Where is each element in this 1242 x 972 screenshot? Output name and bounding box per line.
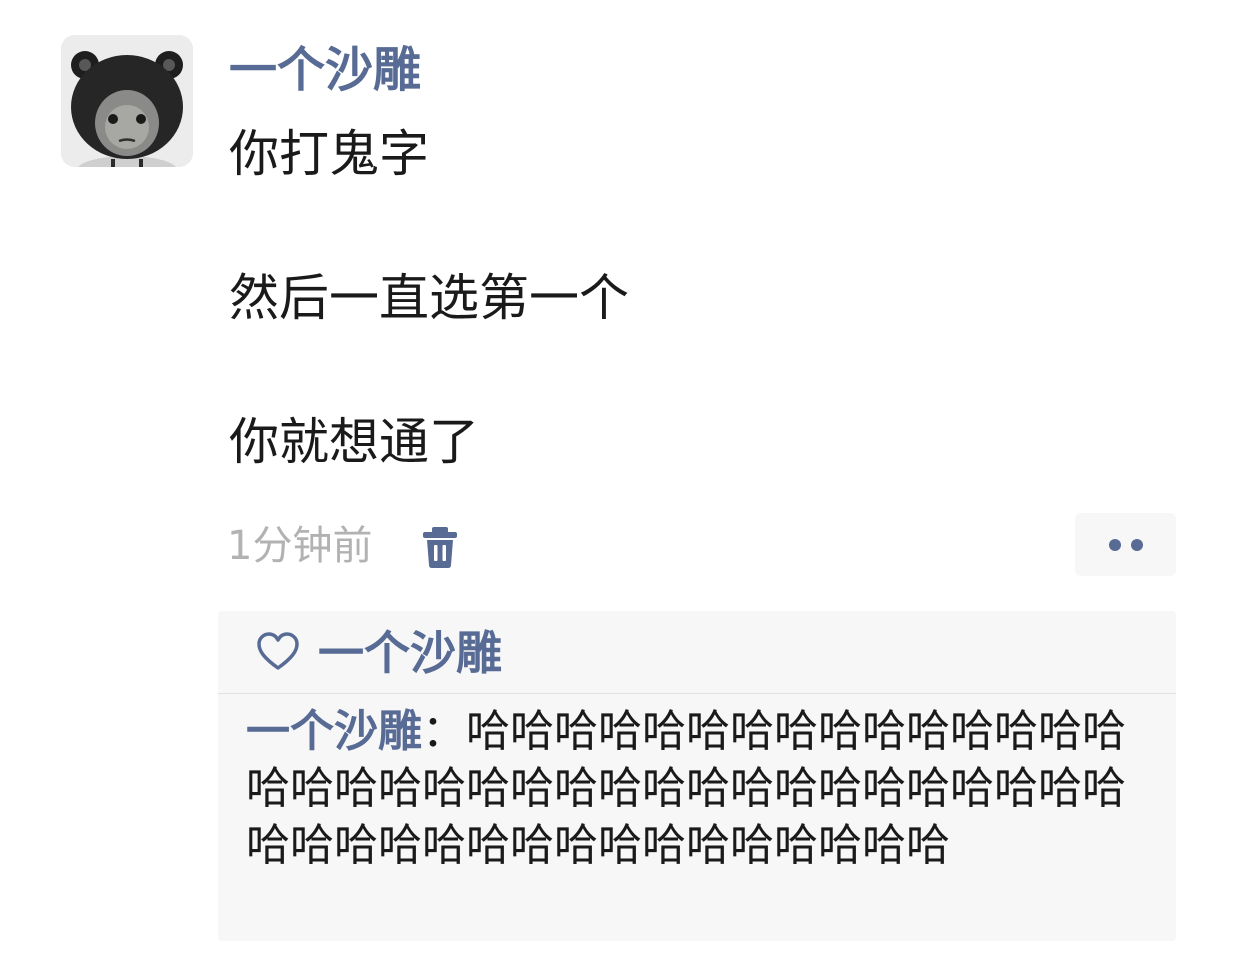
panel-divider xyxy=(218,693,1176,694)
comment-item[interactable]: 一个沙雕：哈哈哈哈哈哈哈哈哈哈哈哈哈哈哈哈哈哈哈哈哈哈哈哈哈哈哈哈哈哈哈哈哈哈哈… xyxy=(246,703,1154,874)
liker-name[interactable]: 一个沙雕 xyxy=(318,621,502,685)
heart-outline-icon xyxy=(257,632,299,670)
avatar-image xyxy=(61,35,193,167)
more-actions-button[interactable] xyxy=(1075,513,1176,576)
comment-separator: ： xyxy=(422,706,466,757)
likes-row: 一个沙雕 xyxy=(218,611,1176,693)
delete-button[interactable] xyxy=(418,522,462,570)
trash-icon xyxy=(423,527,457,568)
likes-comments-panel: 一个沙雕 一个沙雕：哈哈哈哈哈哈哈哈哈哈哈哈哈哈哈哈哈哈哈哈哈哈哈哈哈哈哈哈哈哈… xyxy=(218,611,1176,941)
post-text-line-3: 你就想通了 xyxy=(229,413,479,471)
avatar[interactable] xyxy=(61,35,193,167)
commenter-name[interactable]: 一个沙雕 xyxy=(246,706,422,757)
two-dots-icon xyxy=(1109,539,1143,551)
post-text-line-1: 你打鬼字 xyxy=(229,125,429,183)
post-text-line-2: 然后一直选第一个 xyxy=(229,269,629,327)
post-author-name[interactable]: 一个沙雕 xyxy=(229,38,421,102)
post-timestamp: 1分钟前 xyxy=(227,523,373,569)
